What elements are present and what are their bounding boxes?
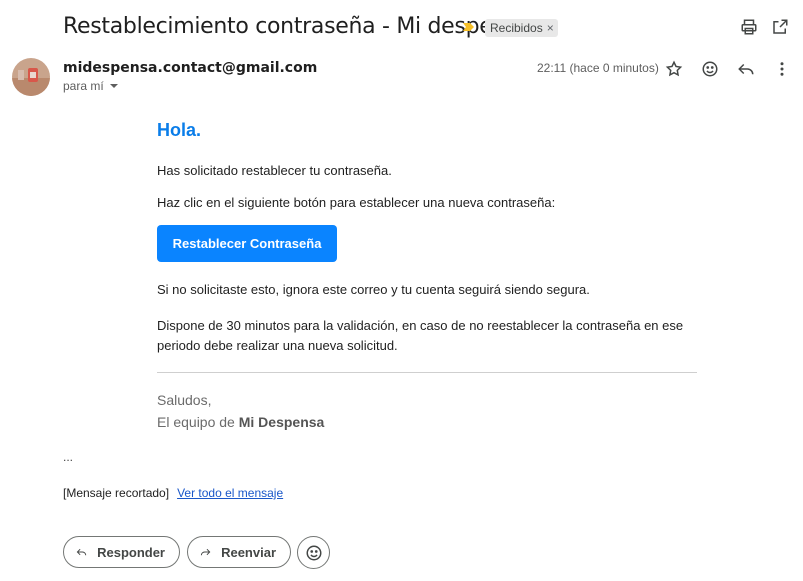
emoji-reaction-icon[interactable]: [699, 58, 721, 80]
print-icon[interactable]: [738, 16, 760, 38]
body-paragraph-expiry: Dispone de 30 minutos para la validación…: [157, 318, 684, 353]
body-paragraph-ignore: Si no solicitaste esto, ignora este corr…: [157, 282, 590, 297]
label-chip-text: Recibidos: [490, 21, 543, 35]
view-full-message-link[interactable]: Ver todo el mensaje: [177, 486, 283, 500]
reply-button-label: Responder: [97, 544, 165, 560]
reset-password-button[interactable]: Restablecer Contraseña: [157, 225, 337, 262]
label-chip-inbox[interactable]: Recibidos ×: [485, 19, 558, 37]
star-icon[interactable]: [663, 58, 685, 80]
emoji-icon: [306, 545, 321, 560]
more-options-icon[interactable]: [771, 58, 793, 80]
message-timestamp: 22:11 (hace 0 minutos): [537, 61, 659, 75]
sender-avatar[interactable]: [12, 58, 50, 96]
emoji-reaction-button[interactable]: [297, 536, 330, 569]
forward-icon: [200, 548, 211, 556]
forward-button[interactable]: Reenviar: [187, 536, 291, 568]
signature-brand: Mi Despensa: [238, 414, 325, 430]
body-paragraph-instruction: Haz clic en el siguiente botón para esta…: [157, 195, 556, 210]
importance-marker-icon[interactable]: [462, 20, 476, 34]
chevron-down-icon: [109, 84, 118, 88]
email-subject: Restablecimiento contraseña - Mi despens…: [63, 14, 531, 39]
trimmed-content-ellipsis[interactable]: ...: [63, 450, 73, 464]
clipped-message-label: [Mensaje recortado]: [63, 486, 170, 500]
recipient-details-toggle[interactable]: para mí: [63, 79, 118, 93]
forward-button-label: Reenviar: [221, 544, 276, 560]
body-divider: [157, 372, 697, 373]
signoff-text: Saludos,: [157, 392, 212, 408]
greeting-heading: Hola.: [157, 120, 202, 140]
signature-text: El equipo de Mi Despensa: [157, 414, 324, 430]
reply-icon: [76, 548, 87, 556]
body-paragraph-request: Has solicitado restablecer tu contraseña…: [157, 163, 392, 178]
reply-button[interactable]: Responder: [63, 536, 180, 568]
sender-email: midespensa.contact@gmail.com: [63, 60, 318, 76]
open-in-new-window-icon[interactable]: [769, 16, 791, 38]
signature-prefix: El equipo de: [157, 414, 239, 430]
clipped-message-notice: [Mensaje recortado] Ver todo el mensaje: [63, 486, 283, 500]
remove-label-icon[interactable]: ×: [547, 21, 554, 35]
recipient-label: para mí: [63, 79, 104, 93]
reply-icon[interactable]: [735, 58, 757, 80]
